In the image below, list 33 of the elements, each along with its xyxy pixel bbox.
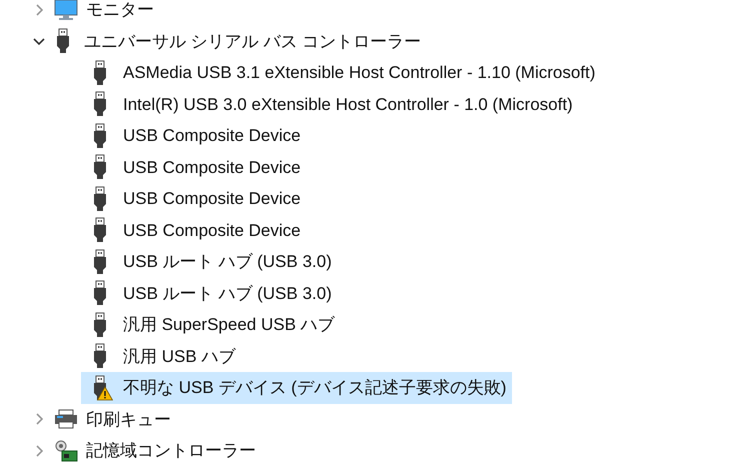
- tree-item[interactable]: 記憶域コントローラー: [50, 435, 260, 465]
- tree-item-label: USB Composite Device: [123, 156, 301, 178]
- tree-item[interactable]: USB Composite Device: [81, 120, 307, 152]
- tree-item[interactable]: USB ルート ハブ (USB 3.0): [81, 246, 338, 278]
- tree-item-label: 汎用 USB ハブ: [123, 346, 236, 368]
- storage-controller-icon: [54, 438, 78, 463]
- tree-item[interactable]: ASMedia USB 3.1 eXtensible Host Controller - 1.10 (Microsoft): [81, 57, 602, 88]
- tree-item[interactable]: USB Composite Device: [81, 183, 307, 214]
- tree-item-label: USB ルート ハブ (USB 3.0): [123, 282, 332, 304]
- tree-item-label: USB Composite Device: [123, 220, 301, 242]
- tree-item[interactable]: ユニバーサル シリアル バス コントローラー: [50, 26, 426, 57]
- tree-item[interactable]: モニター: [50, 0, 158, 26]
- printer-icon: [54, 408, 78, 430]
- tree-item-label: ユニバーサル シリアル バス コントローラー: [84, 30, 422, 52]
- tree-item-label: USB ルート ハブ (USB 3.0): [123, 251, 332, 273]
- tree-item-label: 印刷キュー: [86, 408, 171, 430]
- tree-item[interactable]: 印刷キュー: [50, 404, 175, 435]
- tree-item-label: USB Composite Device: [123, 188, 301, 210]
- tree-item-label: 汎用 SuperSpeed USB ハブ: [123, 314, 335, 336]
- tree-item-label: 記憶域コントローラー: [86, 440, 256, 462]
- tree-item-label: モニター: [86, 0, 154, 21]
- tree-item-label: USB Composite Device: [123, 125, 301, 147]
- tree-item[interactable]: USB Composite Device: [81, 214, 307, 246]
- tree-item[interactable]: 汎用 USB ハブ: [81, 340, 242, 372]
- tree-item[interactable]: USB Composite Device: [81, 152, 307, 183]
- tree-item-label: 不明な USB デバイス (デバイス記述子要求の失敗): [123, 377, 506, 399]
- tree-item[interactable]: USB ルート ハブ (USB 3.0): [81, 278, 338, 309]
- monitor-icon: [54, 0, 78, 21]
- tree-item[interactable]: 汎用 SuperSpeed USB ハブ: [81, 309, 341, 340]
- tree-item[interactable]: 不明な USB デバイス (デバイス記述子要求の失敗): [81, 372, 512, 404]
- tree-item-label: ASMedia USB 3.1 eXtensible Host Controller - 1.10 (Microsoft): [123, 62, 596, 84]
- tree-item[interactable]: Intel(R) USB 3.0 eXtensible Host Controller - 1.0 (Microsoft): [81, 88, 579, 120]
- tree-item-label: Intel(R) USB 3.0 eXtensible Host Controller - 1.0 (Microsoft): [123, 94, 573, 116]
